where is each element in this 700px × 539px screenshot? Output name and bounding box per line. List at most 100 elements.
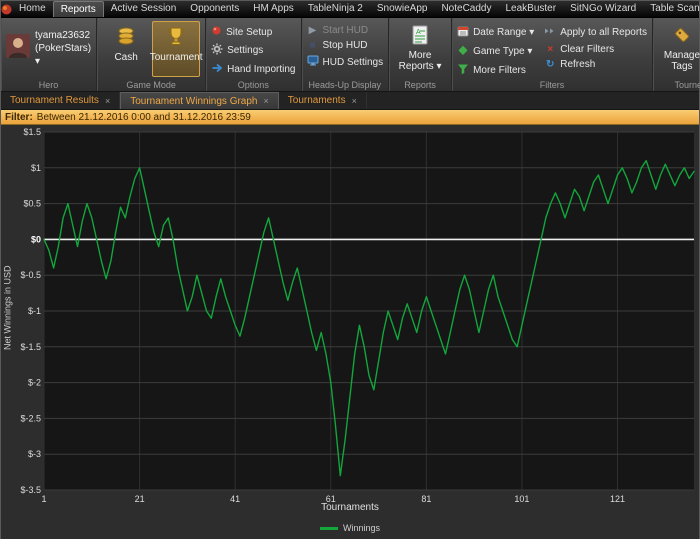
svg-text:$0.5: $0.5 (23, 199, 41, 209)
stop-hud-label: Stop HUD (322, 40, 368, 51)
more-filters-button[interactable]: More Filters (457, 63, 534, 78)
tab-tournament-results[interactable]: Tournament Results × (1, 92, 121, 109)
more-filters-label: More Filters (473, 65, 526, 76)
close-tab-icon[interactable]: × (105, 96, 110, 106)
menu-tab-snowieapp[interactable]: SnowieApp (370, 1, 435, 17)
more-reports-button[interactable]: A More Reports ▾ (394, 21, 446, 77)
menu-tab-home[interactable]: Home (12, 1, 53, 17)
ribbon-group-game-mode: Cash Tournament Game Mode (97, 18, 207, 91)
funnel-icon (457, 63, 469, 78)
filter-bar[interactable]: Filter: Between 21.12.2016 0:00 and 31.1… (1, 110, 699, 125)
settings-label: Settings (227, 45, 264, 56)
close-tab-icon[interactable]: × (264, 96, 269, 106)
svg-text:$-0.5: $-0.5 (20, 270, 41, 280)
legend-label: Winnings (342, 523, 380, 533)
menu-tab-notecaddy[interactable]: NoteCaddy (434, 1, 498, 17)
hero-selector[interactable]: tyama23632 (PokerStars) ▾ (6, 29, 91, 68)
y-axis-title: Net Winnings in USD (2, 265, 13, 350)
clear-filters-label: Clear Filters (560, 44, 615, 55)
menu-tab-reports[interactable]: Reports (52, 1, 104, 17)
ribbon-group-options: Site Setup Settings Hand Importing Optio… (206, 18, 302, 91)
more-reports-label: More Reports ▾ (398, 50, 442, 72)
stop-hud-button[interactable]: ■ Stop HUD (307, 40, 384, 51)
hud-settings-label: HUD Settings (322, 56, 384, 68)
menu-tab-active-session[interactable]: Active Session (104, 1, 184, 17)
filter-bar-prefix: Filter: (5, 111, 33, 123)
ribbon-group-hero: tyama23632 (PokerStars) ▾ Hero (1, 18, 98, 91)
menu-tab-sitngo-wizard[interactable]: SitNGo Wizard (563, 1, 643, 17)
site-setup-icon (211, 25, 222, 39)
hero-site-name: (PokerStars) ▾ (35, 43, 92, 67)
tab-tournaments-label: Tournaments (287, 95, 346, 106)
tab-tournament-winnings-graph-label: Tournament Winnings Graph (130, 95, 258, 107)
group-caption-reports: Reports (404, 80, 436, 90)
svg-text:$-1: $-1 (28, 306, 41, 316)
ribbon-group-hud: ▶ Start HUD ■ Stop HUD HUD Settings Head… (302, 18, 390, 91)
filter-bar-text: Between 21.12.2016 0:00 and 31.12.2016 2… (36, 111, 251, 123)
hand-importing-label: Hand Importing (227, 64, 296, 75)
menu-tab-table-scanner[interactable]: Table Scanner (643, 1, 700, 17)
manage-tags-button[interactable]: Manage Tags (658, 21, 700, 77)
group-caption-tagging: Tourney Tagging (674, 80, 700, 90)
ribbon-group-reports: A More Reports ▾ Reports (389, 18, 453, 91)
apply-all-icon (544, 25, 556, 40)
group-caption-hero: Hero (38, 80, 59, 90)
tournament-mode-button[interactable]: Tournament (149, 21, 203, 77)
group-caption-game-mode: Game Mode (126, 80, 176, 90)
game-type-button[interactable]: Game Type ▾ (457, 44, 534, 59)
group-caption-filters: Filters (539, 80, 565, 90)
cash-mode-label: Cash (114, 52, 138, 63)
winnings-chart: 1 21 41 61 81 101 121 $1.5 $1 $0.5 $0 $-0.5 $-1 $-1.5… (1, 125, 699, 539)
apply-all-reports-label: Apply to all Reports (560, 27, 647, 38)
winnings-line-chart: 1 21 41 61 81 101 121$1.5$1$0.5$0$-0.5$-1$-1.5… (20, 127, 695, 504)
menu-tab-leakbuster[interactable]: LeakBuster (498, 1, 563, 17)
gear-icon (211, 43, 223, 58)
svg-text:$-2.5: $-2.5 (20, 413, 41, 423)
stop-icon: ■ (309, 39, 316, 51)
svg-text:$-3.5: $-3.5 (20, 485, 41, 495)
apply-all-reports-button[interactable]: Apply to all Reports (544, 25, 647, 40)
calendar-icon (457, 25, 469, 40)
clear-filters-button[interactable]: × Clear Filters (544, 44, 647, 55)
refresh-icon: ↻ (546, 58, 555, 70)
svg-text:$1: $1 (31, 163, 41, 173)
refresh-button[interactable]: ↻ Refresh (544, 59, 647, 70)
hud-settings-icon (307, 55, 319, 69)
start-hud-label: Start HUD (322, 25, 369, 36)
game-type-label: Game Type ▾ (473, 46, 533, 57)
hero-player-name: tyama23632 (35, 30, 91, 41)
svg-text:$-2: $-2 (28, 378, 41, 388)
hud-settings-button[interactable]: HUD Settings (307, 55, 384, 69)
game-type-icon (457, 44, 469, 59)
app-logo-icon (1, 1, 12, 17)
play-icon: ▶ (308, 24, 317, 36)
group-caption-options: Options (237, 80, 269, 90)
tournament-mode-label: Tournament (149, 52, 203, 63)
manage-tags-label: Manage Tags (663, 50, 700, 72)
hand-importing-icon (211, 62, 223, 77)
close-tab-icon[interactable]: × (352, 96, 357, 106)
date-range-button[interactable]: Date Range ▾ (457, 25, 534, 40)
hand-importing-button[interactable]: Hand Importing (211, 62, 296, 77)
x-axis-title: Tournaments (321, 502, 379, 513)
menu-tab-tableninja[interactable]: TableNinja 2 (301, 1, 370, 17)
site-setup-label: Site Setup (226, 26, 273, 38)
start-hud-button: ▶ Start HUD (307, 25, 384, 36)
menu-tab-opponents[interactable]: Opponents (183, 1, 246, 17)
tab-tournament-winnings-graph[interactable]: Tournament Winnings Graph × (120, 92, 279, 109)
report-list-icon: A (410, 25, 430, 48)
settings-button[interactable]: Settings (211, 43, 295, 58)
cash-mode-button[interactable]: Cash (102, 21, 150, 77)
clear-filters-icon: × (547, 43, 554, 55)
ribbon-group-filters: Date Range ▾ Game Type ▾ More Filters Ap… (452, 18, 653, 91)
svg-text:$-3: $-3 (28, 449, 41, 459)
svg-text:$1.5: $1.5 (23, 127, 41, 137)
tab-tournament-results-label: Tournament Results (10, 95, 99, 106)
menu-tab-hm-apps[interactable]: HM Apps (246, 1, 301, 17)
site-setup-button[interactable]: Site Setup (211, 25, 295, 39)
tab-tournaments[interactable]: Tournaments × (279, 92, 367, 109)
menubar: Home Reports Active Session Opponents HM… (1, 1, 700, 18)
avatar (6, 34, 30, 63)
group-caption-hud: Heads-Up Display (308, 80, 382, 90)
svg-text:A: A (416, 29, 421, 36)
